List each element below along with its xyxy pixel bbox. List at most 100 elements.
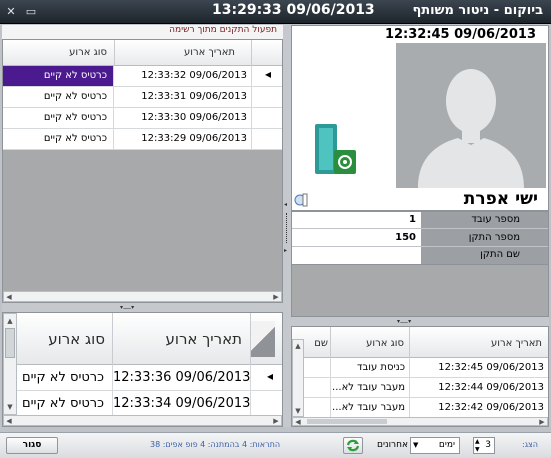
event-date-cell: 12:33:32 09/06/2013 — [141, 70, 247, 81]
horizontal-scrollbar[interactable]: ◀ ▶ — [3, 415, 282, 426]
empty-area — [291, 265, 549, 317]
column-header-date[interactable]: תאריך ארוע — [113, 330, 250, 348]
employee-events-grid: תאריך ארוע סוג ארוע שם כניסת עובד 12:32:… — [291, 326, 549, 427]
status-bar: סגור התראות: 4 בהמתנה: 4 פופ אפים: 38 אח… — [0, 432, 551, 458]
top-events-grid: תאריך ארוע סוג ארוע כרטיס לא קיים 12:33:… — [2, 39, 283, 303]
minimize-icon[interactable]: ▭ — [24, 5, 38, 19]
person-card: 12:32:45 09/06/2013 ישי אפרת — [291, 25, 549, 211]
event-type-cell: כרטיס לא קיים — [22, 370, 104, 385]
scroll-thumb[interactable] — [5, 328, 15, 358]
event-date-cell: 12:33:36 09/06/2013 — [113, 370, 250, 385]
large-events-header: תאריך ארוע סוג ארוע — [3, 313, 282, 365]
splitter-grip-icon — [286, 213, 287, 243]
window-clock: 13:29:33 09/06/2013 — [212, 2, 375, 18]
stepper-up-icon[interactable]: ▲ — [475, 438, 480, 445]
event-type-cell: כרטיס לא קיים — [43, 133, 107, 144]
event-type-cell: כרטיס לא קיים — [43, 91, 107, 102]
scroll-up-icon[interactable]: ▲ — [293, 341, 303, 351]
table-row[interactable]: כרטיס לא קיים 12:33:29 09/06/2013 — [3, 129, 282, 150]
scroll-down-icon[interactable]: ▼ — [5, 402, 15, 412]
person-name: ישי אפרת — [463, 189, 538, 209]
scroll-right-icon[interactable]: ▶ — [271, 416, 281, 426]
right-splitter[interactable]: ▾ ........ ▾ — [291, 317, 549, 326]
vertical-splitter[interactable]: ◂ ▸ — [283, 25, 291, 427]
close-icon[interactable]: ✕ — [4, 5, 18, 19]
scroll-left-icon[interactable]: ◀ — [4, 416, 14, 426]
employee-number-value: 1 — [409, 214, 416, 225]
splitter-grip-icon: ▾ ........ ▾ — [397, 318, 411, 325]
scroll-thumb[interactable] — [307, 419, 387, 424]
range-unit-select[interactable]: ▼ ימים — [410, 437, 460, 454]
large-events-rows: כרטיס לא קיים 12:33:36 09/06/2013 ◀ כרטי… — [17, 365, 282, 417]
employee-number-label: מספר עובד — [421, 212, 548, 228]
edit-icon[interactable] — [294, 192, 308, 208]
splitter-left-icon: ◂ — [284, 201, 288, 208]
table-row[interactable]: מעבר עובד לא... 12:32:42 09/06/2013 — [304, 398, 548, 418]
corner-selector[interactable] — [251, 321, 275, 357]
refresh-button[interactable] — [343, 437, 363, 454]
column-header-date[interactable]: תאריך ארוע — [115, 47, 241, 58]
table-row[interactable]: כרטיס לא קיים 12:33:32 09/06/2013 ◀ — [3, 66, 282, 87]
vertical-scrollbar[interactable]: ▲ ▼ — [3, 313, 17, 415]
range-unit-value: ימים — [438, 440, 455, 450]
days-stepper[interactable]: ▲ ▼ 3 — [473, 437, 495, 454]
top-events-caption-bar: תפעול התקנים מתוך רשימה — [2, 25, 283, 39]
scroll-down-icon[interactable]: ▼ — [293, 406, 303, 416]
table-row[interactable]: כרטיס לא קיים 12:33:34 09/06/2013 — [17, 391, 282, 417]
show-label: הצג: — [522, 440, 538, 449]
splitter-right-icon: ▸ — [284, 247, 288, 254]
top-events-header: תאריך ארוע סוג ארוע — [3, 40, 282, 66]
event-date-cell: 12:32:44 09/06/2013 — [438, 382, 544, 393]
row-pointer-icon: ◀ — [267, 372, 274, 381]
horizontal-scrollbar[interactable]: ◀ ▶ — [292, 417, 548, 426]
table-row[interactable]: כרטיס לא קיים 12:33:36 09/06/2013 ◀ — [17, 365, 282, 391]
employee-events-header: תאריך ארוע סוג ארוע שם — [292, 327, 548, 358]
scroll-left-icon[interactable]: ◀ — [293, 417, 303, 427]
refresh-icon — [346, 439, 360, 452]
event-date-cell: 12:32:45 09/06/2013 — [438, 362, 544, 373]
large-events-grid: תאריך ארוע סוג ארוע כרטיס לא קיים 12:33:… — [2, 312, 283, 427]
horizontal-scrollbar[interactable]: ◀ ▶ — [3, 291, 282, 302]
table-row[interactable]: כניסת עובד 12:32:45 09/06/2013 — [304, 358, 548, 378]
scroll-right-icon[interactable]: ▶ — [271, 292, 281, 302]
event-type-cell: מעבר עובד לא... — [332, 402, 405, 413]
column-header-date[interactable]: תאריך ארוע — [410, 338, 548, 349]
person-fields: 1 מספר עובד 150 מספר התקן שם התקן — [291, 211, 549, 265]
scroll-left-icon[interactable]: ◀ — [4, 292, 14, 302]
column-header-name[interactable]: שם — [304, 338, 330, 349]
column-header-type[interactable]: סוג ארוע — [3, 47, 113, 58]
event-date-cell: 12:33:34 09/06/2013 — [113, 396, 250, 411]
event-type-cell: מעבר עובד לא... — [332, 382, 405, 393]
window-title: ביוקום - ניטור משותף — [412, 3, 544, 18]
scroll-up-icon[interactable]: ▲ — [5, 316, 15, 326]
close-button[interactable]: סגור — [6, 437, 58, 454]
chevron-down-icon[interactable]: ▼ — [413, 441, 418, 449]
splitter-grip-icon: ▾ ........ ▾ — [120, 304, 134, 311]
scroll-right-icon[interactable]: ▶ — [537, 417, 547, 427]
event-date-cell: 12:32:42 09/06/2013 — [438, 402, 544, 413]
column-header-type[interactable]: סוג ארוע — [17, 330, 113, 348]
table-row[interactable]: כרטיס לא קיים 12:33:30 09/06/2013 — [3, 108, 282, 129]
event-type-cell: כרטיס לא קיים — [22, 396, 104, 411]
left-splitter[interactable]: ▾ ........ ▾ — [2, 303, 283, 312]
column-header-type[interactable]: סוג ארוע — [332, 338, 410, 349]
person-timestamp: 12:32:45 09/06/2013 — [384, 27, 536, 42]
avatar-silhouette-icon — [418, 69, 524, 188]
event-type-cell: כרטיס לא קיים — [43, 112, 107, 123]
top-events-rows: כרטיס לא קיים 12:33:32 09/06/2013 ◀ כרטי… — [3, 66, 282, 150]
device-name-label: שם התקן — [421, 247, 548, 264]
person-photo — [396, 43, 546, 188]
vertical-scrollbar[interactable]: ▲ ▼ — [292, 339, 304, 417]
title-bar: ✕ ▭ 13:29:33 09/06/2013 ביוקום - ניטור מ… — [0, 0, 551, 24]
event-date-cell: 12:33:29 09/06/2013 — [141, 133, 247, 144]
stepper-down-icon[interactable]: ▼ — [475, 446, 480, 453]
top-events-title: תפעול התקנים מתוך רשימה — [169, 25, 277, 35]
table-row[interactable]: כרטיס לא קיים 12:33:31 09/06/2013 — [3, 87, 282, 108]
table-row[interactable]: מעבר עובד לא... 12:32:44 09/06/2013 — [304, 378, 548, 398]
event-type-cell: כרטיס לא קיים — [3, 66, 113, 87]
event-date-cell: 12:33:31 09/06/2013 — [141, 91, 247, 102]
field-row: 150 מספר התקן — [292, 229, 548, 247]
stats-text: התראות: 4 בהמתנה: 4 פופ אפים: 38 — [150, 440, 281, 449]
last-label: אחרונים — [377, 440, 409, 450]
field-row: 1 מספר עובד — [292, 212, 548, 229]
